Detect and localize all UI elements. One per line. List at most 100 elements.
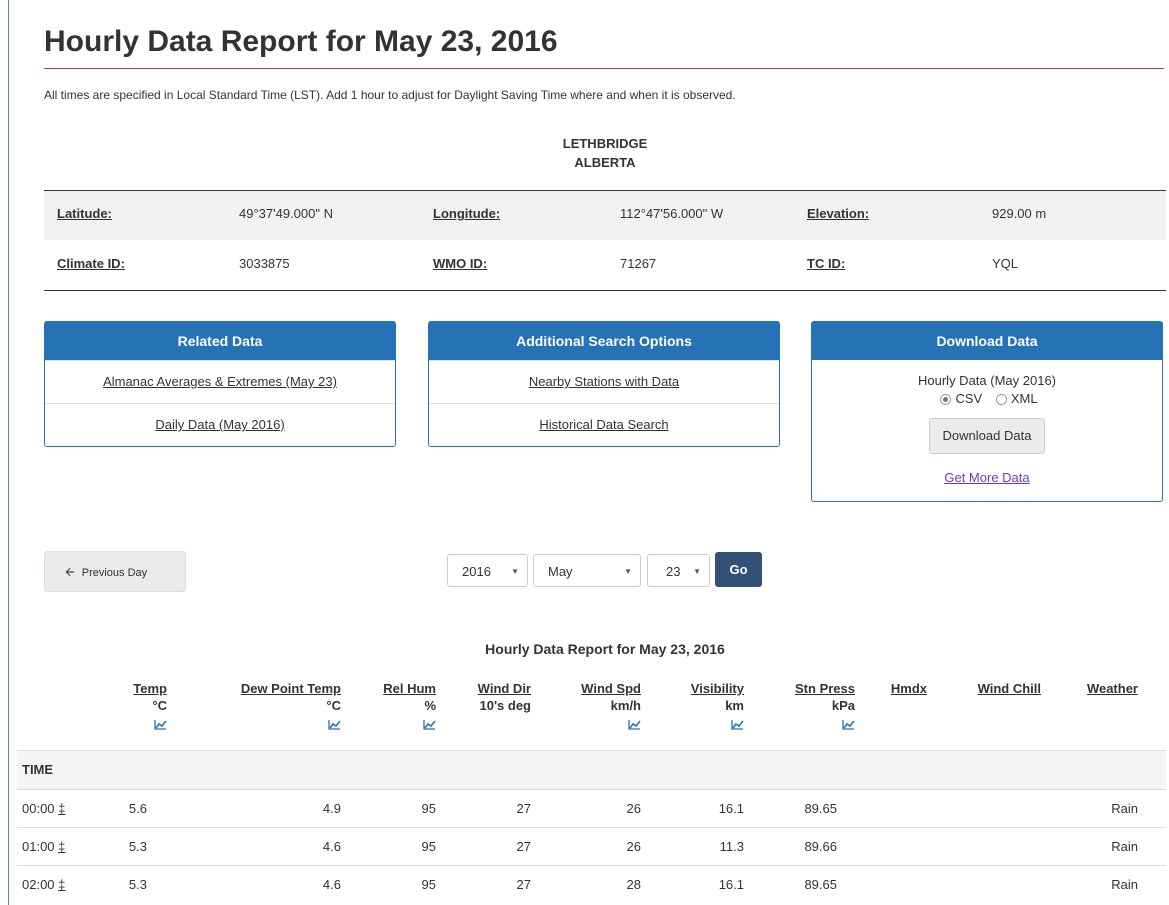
lst-note: All times are specified in Local Standar… — [44, 88, 736, 102]
nearby-stations-link[interactable]: Nearby Stations with Data — [429, 360, 779, 403]
wmo-id-label[interactable]: WMO ID: — [433, 256, 487, 271]
arrow-left-icon: 🡨 — [65, 565, 75, 579]
day-select[interactable]: 23 ▼ — [647, 554, 710, 587]
trend-chart-icon[interactable] — [328, 717, 341, 730]
wmo-id-value: 71267 — [620, 256, 657, 271]
column-header[interactable]: Stn Press kPa — [755, 680, 855, 734]
cell-press: 89.66 — [804, 839, 837, 854]
station-name-block: LETHBRIDGE ALBERTA — [44, 134, 1166, 172]
time-label-row: TIME — [17, 750, 1166, 789]
cell-spd: 26 — [626, 801, 641, 816]
cell-temp: 5.3 — [128, 877, 147, 892]
csv-radio-label[interactable]: CSV — [955, 391, 982, 406]
column-unit: 10's deg — [479, 698, 531, 713]
flag-link[interactable]: ‡ — [58, 801, 65, 816]
cell-vis: 16.1 — [718, 877, 744, 892]
year-select[interactable]: 2016 ▼ — [447, 554, 528, 587]
cell-vis: 11.3 — [719, 839, 744, 854]
cell-hum: 95 — [421, 839, 436, 854]
search-options-heading: Additional Search Options — [429, 322, 779, 360]
previous-day-button[interactable]: 🡨 Previous Day — [44, 551, 186, 592]
column-header[interactable]: Visibility km — [654, 680, 744, 734]
cell-dew: 4.6 — [322, 877, 341, 892]
xml-radio[interactable] — [995, 394, 1007, 406]
column-header[interactable]: Wind Dir 10's deg — [441, 680, 531, 714]
climate-id-label[interactable]: Climate ID: — [57, 256, 125, 271]
column-header[interactable]: Rel Hum% — [346, 680, 436, 734]
historical-search-link[interactable]: Historical Data Search — [429, 403, 779, 446]
previous-day-label: Previous Day — [81, 567, 148, 579]
column-unit: °C — [326, 698, 341, 713]
trend-chart-icon[interactable] — [731, 717, 744, 730]
column-header-label[interactable]: Wind Chill — [941, 680, 1041, 697]
column-header-label[interactable]: Wind Spd — [551, 680, 641, 697]
column-header-label[interactable]: Stn Press — [755, 680, 855, 697]
column-header-label[interactable]: Rel Hum — [346, 680, 436, 697]
trend-chart-icon[interactable] — [423, 717, 436, 730]
column-header[interactable]: Wind Spd km/h — [551, 680, 641, 734]
day-value: 23 — [666, 564, 681, 579]
column-header[interactable]: Hmdx — [867, 680, 927, 697]
related-data-panel: Related Data Almanac Averages & Extremes… — [44, 321, 396, 447]
title-rule — [44, 68, 1164, 69]
cell-temp: 5.6 — [128, 801, 147, 816]
column-header-label[interactable]: Weather — [1058, 680, 1138, 697]
column-header[interactable]: Temp °C — [97, 680, 167, 734]
download-button[interactable]: Download Data — [928, 418, 1046, 454]
search-options-panel: Additional Search Options Nearby Station… — [428, 321, 780, 447]
climate-id-value: 3033875 — [239, 256, 290, 271]
column-unit: % — [424, 698, 436, 713]
station-province: ALBERTA — [574, 155, 636, 170]
xml-radio-label[interactable]: XML — [1011, 391, 1038, 406]
table-caption: Hourly Data Report for May 23, 2016 — [485, 641, 725, 657]
cell-weather: Rain — [1111, 839, 1138, 854]
flag-link[interactable]: ‡ — [58, 839, 65, 854]
trend-chart-icon[interactable] — [842, 717, 855, 730]
column-unit: km — [725, 698, 744, 713]
trend-chart-icon[interactable] — [628, 717, 641, 730]
tc-id-value: YQL — [992, 256, 1019, 271]
station-meta-row-2: Climate ID: 3033875 WMO ID: 71267 TC ID:… — [44, 241, 1166, 290]
cell-press: 89.65 — [804, 801, 837, 816]
cell-press: 89.65 — [804, 877, 837, 892]
column-header[interactable]: Weather — [1058, 680, 1138, 697]
cell-hum: 95 — [421, 877, 436, 892]
cell-dir: 27 — [516, 877, 531, 892]
column-header-label[interactable]: Dew Point Temp — [181, 680, 341, 697]
caret-down-icon: ▼ — [624, 567, 632, 576]
station-name: LETHBRIDGE — [562, 136, 648, 151]
elevation-value: 929.00 m — [992, 206, 1047, 221]
longitude-label[interactable]: Longitude: — [433, 206, 500, 221]
elevation-label[interactable]: Elevation: — [807, 206, 869, 221]
format-radios: CSV XML — [812, 391, 1162, 406]
column-header-label[interactable]: Hmdx — [867, 680, 927, 697]
cell-vis: 16.1 — [718, 801, 744, 816]
get-more-data-link[interactable]: Get More Data — [812, 470, 1162, 501]
cell-dew: 4.9 — [322, 801, 341, 816]
flag-link[interactable]: ‡ — [58, 877, 65, 892]
tc-id-label[interactable]: TC ID: — [807, 256, 845, 271]
daily-data-link[interactable]: Daily Data (May 2016) — [45, 403, 395, 446]
cell-weather: Rain — [1111, 877, 1138, 892]
download-heading: Download Data — [812, 322, 1162, 360]
csv-radio[interactable] — [940, 394, 952, 406]
month-select[interactable]: May ▼ — [533, 554, 641, 587]
download-panel: Download Data Hourly Data (May 2016) CSV… — [811, 321, 1163, 502]
latitude-label[interactable]: Latitude: — [57, 206, 112, 221]
table-row: 00:00 ‡ 5.6 4.9 95 27 26 16.1 89.65 Rain — [17, 789, 1166, 827]
column-header[interactable]: Wind Chill — [941, 680, 1041, 697]
year-value: 2016 — [462, 564, 491, 579]
latitude-value: 49°37'49.000" N — [239, 206, 333, 221]
station-meta-row-1: Latitude: 49°37'49.000" N Longitude: 112… — [44, 191, 1166, 240]
column-header-label[interactable]: Wind Dir — [441, 680, 531, 697]
almanac-link[interactable]: Almanac Averages & Extremes (May 23) — [45, 360, 395, 403]
cell-hum: 95 — [421, 801, 436, 816]
cell-dir: 27 — [516, 801, 531, 816]
trend-chart-icon[interactable] — [154, 717, 167, 730]
column-header-label[interactable]: Temp — [97, 680, 167, 697]
go-button[interactable]: Go — [715, 552, 762, 587]
column-header-label[interactable]: Visibility — [654, 680, 744, 697]
column-header[interactable]: Dew Point Temp °C — [181, 680, 341, 734]
page-frame: Hourly Data Report for May 23, 2016 All … — [8, 0, 1169, 905]
cell-dir: 27 — [516, 839, 531, 854]
